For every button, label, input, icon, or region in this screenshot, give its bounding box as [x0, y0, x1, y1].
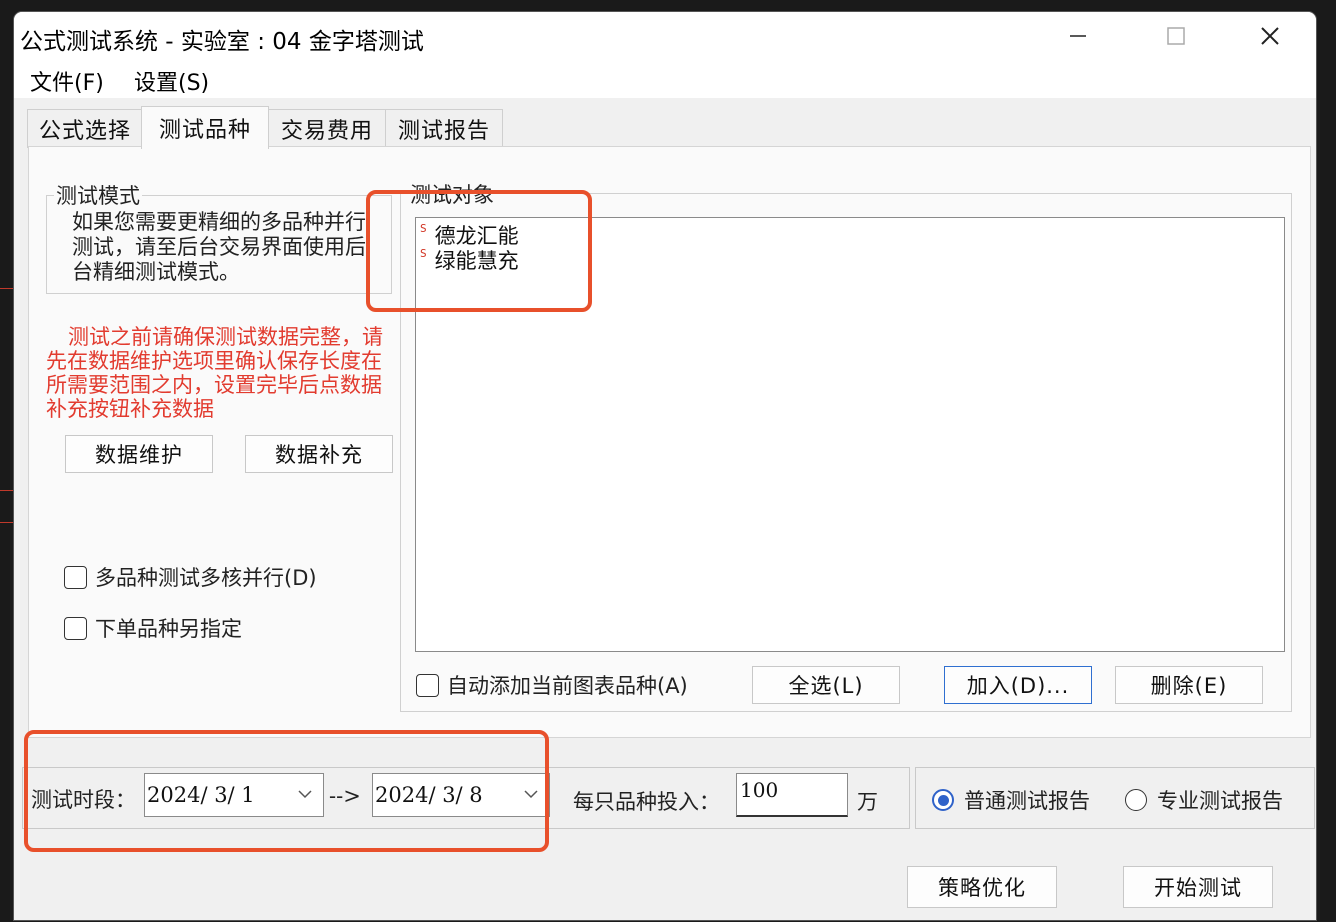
menu-settings[interactable]: 设置(S) [134, 65, 209, 97]
delete-button[interactable]: 删除(E) [1115, 666, 1263, 704]
checkbox-box [416, 673, 439, 697]
checkbox-box [64, 616, 87, 640]
maximize-icon [1167, 27, 1185, 45]
list-item-name: 绿能慧充 [434, 249, 519, 273]
order-symbol-label: 下单品种另指定 [95, 617, 242, 641]
date-range-arrow: --> [329, 784, 361, 808]
investment-input[interactable]: 100 [736, 773, 848, 817]
select-all-button[interactable]: 全选(L) [752, 666, 900, 704]
period-label: 测试时段： [31, 788, 136, 812]
investment-label: 每只品种投入： [573, 790, 720, 814]
close-button[interactable] [1240, 16, 1300, 56]
multi-core-checkbox[interactable]: 多品种测试多核并行(D) [64, 562, 317, 592]
auto-add-label: 自动添加当前图表品种(A) [447, 674, 688, 698]
test-mode-label: 测试模式 [54, 180, 142, 210]
data-supplement-button[interactable]: 数据补充 [245, 435, 393, 473]
title-bar: 公式测试系统 - 实验室 : 04 金字塔测试 [14, 12, 1316, 60]
end-date-value: 2024/ 3/ 8 [375, 783, 483, 807]
normal-report-label: 普通测试报告 [964, 789, 1090, 813]
tab-test-report[interactable]: 测试报告 [385, 109, 503, 148]
radio-dot-selected [932, 789, 954, 811]
add-button[interactable]: 加入(D)... [944, 666, 1092, 704]
stock-s-icon: S [420, 247, 427, 260]
tab-formula-select[interactable]: 公式选择 [27, 109, 143, 148]
pro-report-label: 专业测试报告 [1157, 789, 1283, 813]
chevron-down-icon [297, 786, 315, 804]
test-target-label: 测试对象 [408, 179, 496, 209]
menu-file[interactable]: 文件(F) [30, 65, 104, 97]
stock-s-icon: S [420, 222, 427, 235]
pro-report-radio[interactable]: 专业测试报告 [1125, 785, 1283, 815]
start-date-picker[interactable]: 2024/ 3/ 1 [144, 773, 324, 817]
investment-unit: 万 [857, 790, 878, 814]
minimize-icon [1070, 35, 1086, 37]
test-target-list[interactable]: S 德龙汇能 S 绿能慧充 [415, 217, 1285, 652]
multi-core-label: 多品种测试多核并行(D) [95, 566, 317, 590]
tab-test-symbols[interactable]: 测试品种 [141, 106, 269, 149]
data-maintain-button[interactable]: 数据维护 [65, 435, 213, 473]
list-item[interactable]: S 绿能慧充 [420, 245, 519, 275]
order-symbol-checkbox[interactable]: 下单品种另指定 [64, 613, 242, 643]
end-date-picker[interactable]: 2024/ 3/ 8 [372, 773, 550, 817]
start-test-button[interactable]: 开始测试 [1123, 866, 1273, 908]
checkbox-box [64, 565, 87, 589]
window-title: 公式测试系统 - 实验室 : 04 金字塔测试 [20, 29, 424, 55]
radio-dot [1125, 789, 1147, 811]
normal-report-radio[interactable]: 普通测试报告 [932, 785, 1090, 815]
minimize-button[interactable] [1048, 16, 1108, 56]
tab-trade-fees[interactable]: 交易费用 [267, 109, 387, 148]
close-icon [1261, 27, 1279, 45]
chevron-down-icon [523, 786, 541, 804]
strategy-optimize-button[interactable]: 策略优化 [907, 866, 1057, 908]
start-date-value: 2024/ 3/ 1 [147, 783, 255, 807]
maximize-button[interactable] [1146, 16, 1206, 56]
auto-add-checkbox[interactable]: 自动添加当前图表品种(A) [416, 670, 688, 700]
test-mode-description: 如果您需要更精细的多品种并行测试，请至后台交易界面使用后台精细测试模式。 [72, 210, 366, 284]
menu-bar: 文件(F) 设置(S) [14, 60, 1316, 98]
data-warning-text: 测试之前请确保测试数据完整，请先在数据维护选项里确认保存长度在所需要范围之内，设… [46, 325, 383, 421]
